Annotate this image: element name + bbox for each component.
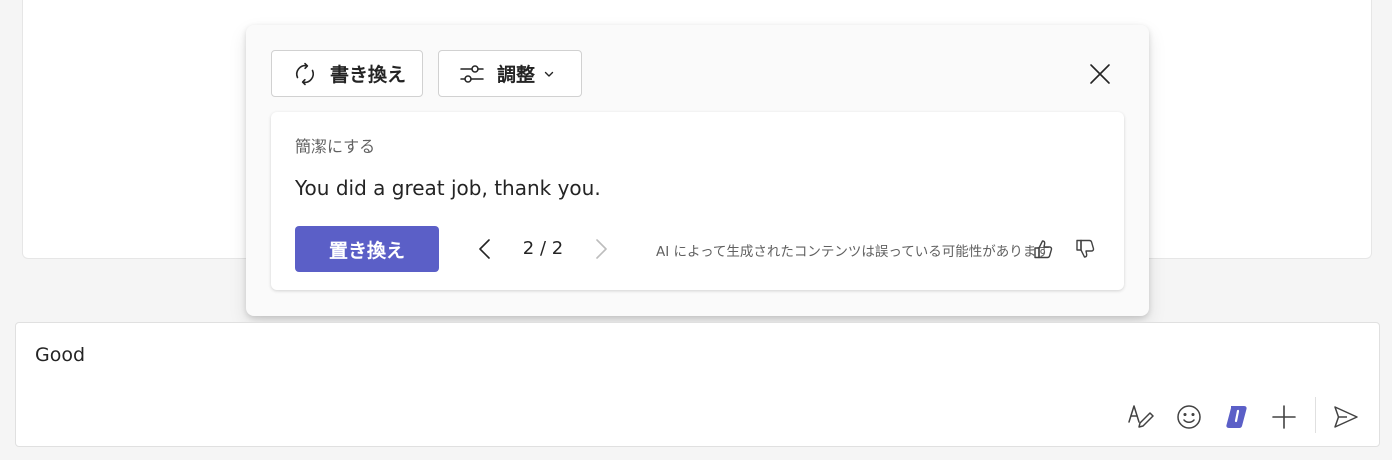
like-button[interactable] [1029,235,1057,263]
format-button[interactable] [1125,401,1157,433]
compose-text[interactable]: Good [35,344,85,366]
pagination-counter: 2 / 2 [522,238,564,259]
refresh-icon [296,62,314,85]
previous-button[interactable] [471,235,499,263]
chevron-right-icon [596,239,607,259]
replace-button[interactable]: 置き換え [295,226,439,272]
adjust-button[interactable]: 調整 [438,50,582,97]
ai-disclaimer: AI によって生成されたコンテンツは誤っている可能性があります [656,244,1050,260]
copilot-rewrite-panel: 書き換え 調整 簡潔にする You did a great job, thank… [246,25,1149,316]
suggestion-card: 簡潔にする You did a great job, thank you. 置き… [271,112,1124,290]
copilot-button[interactable] [1221,401,1253,433]
add-button[interactable] [1268,401,1300,433]
sliders-icon [460,64,484,83]
rewrite-label: 書き換え [330,64,407,86]
chevron-down-icon [544,71,554,77]
emoji-icon [1177,405,1201,429]
chevron-left-icon [479,239,490,259]
rewrite-button[interactable]: 書き換え [271,50,423,97]
suggestion-text: You did a great job, thank you. [295,176,601,200]
suggestion-style-label: 簡潔にする [295,137,376,156]
copilot-icon [1226,406,1247,428]
send-button[interactable] [1330,401,1362,433]
thumbs-up-icon [1034,240,1053,259]
close-button[interactable] [1084,58,1116,90]
format-icon [1128,405,1154,428]
toolbar-divider [1315,397,1316,433]
close-icon [1090,64,1110,84]
plus-icon [1272,405,1296,429]
emoji-button[interactable] [1173,401,1205,433]
adjust-label: 調整 [497,64,536,86]
next-button[interactable] [587,235,615,263]
thumbs-down-icon [1076,239,1095,258]
compose-box[interactable]: Good [15,322,1380,447]
send-icon [1334,406,1358,428]
dislike-button[interactable] [1071,235,1099,263]
